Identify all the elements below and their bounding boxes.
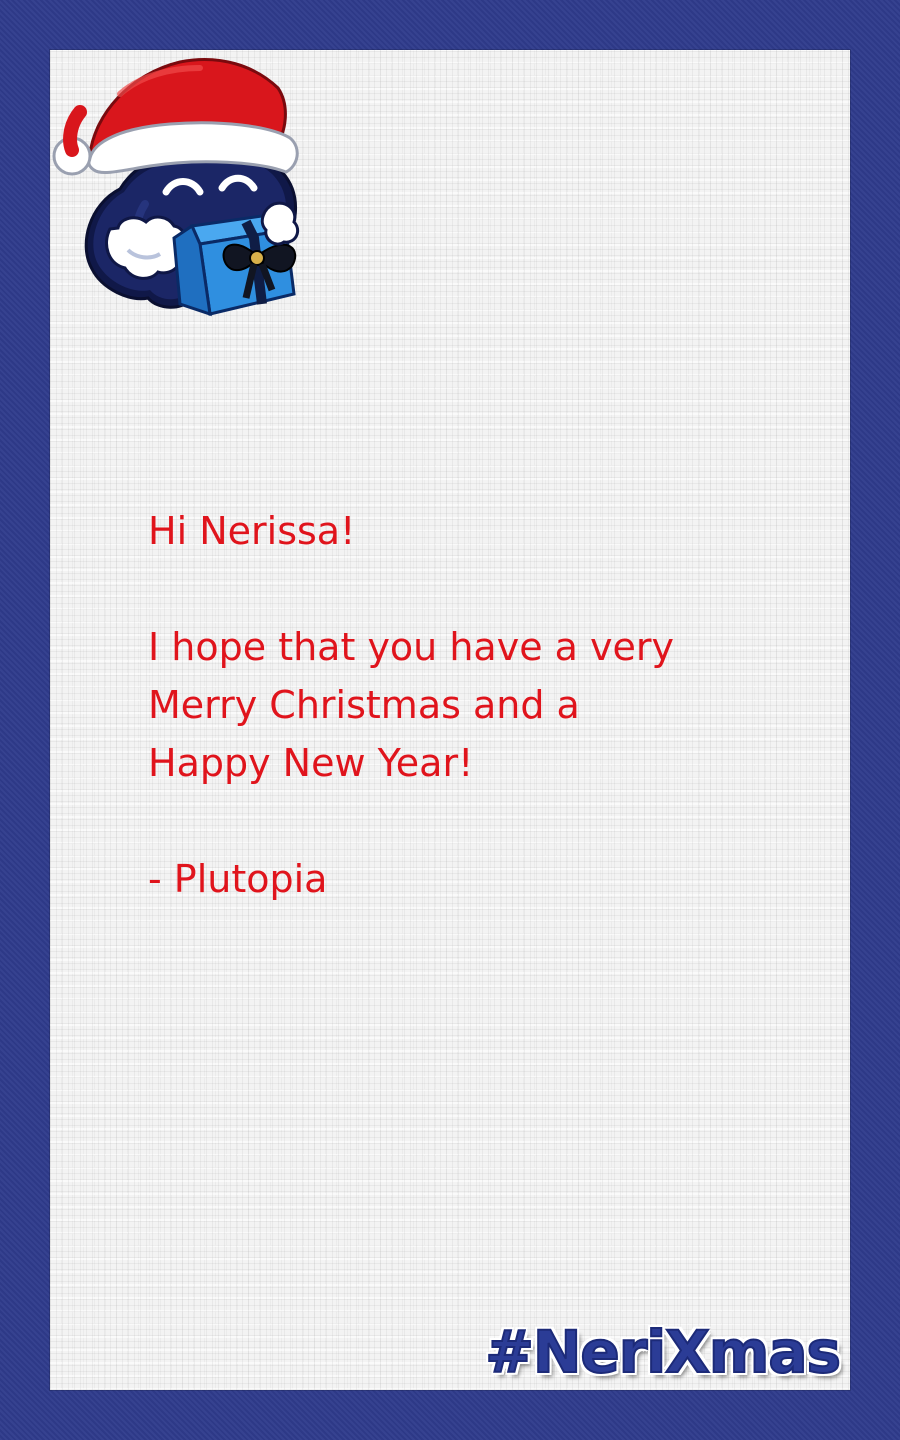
- message-line-2: Merry Christmas and a: [148, 683, 580, 727]
- message-line-1: I hope that you have a very: [148, 625, 675, 669]
- card-message: Hi Nerissa! I hope that you have a very …: [148, 502, 788, 908]
- santa-hat-icon: [52, 58, 299, 176]
- santa-mascot-icon: [52, 58, 300, 317]
- hashtag-logo: #NeriXmas: [484, 1317, 842, 1387]
- signature-text: - Plutopia: [148, 857, 328, 901]
- message-line-3: Happy New Year!: [148, 741, 474, 785]
- greeting-text: Hi Nerissa!: [148, 509, 356, 553]
